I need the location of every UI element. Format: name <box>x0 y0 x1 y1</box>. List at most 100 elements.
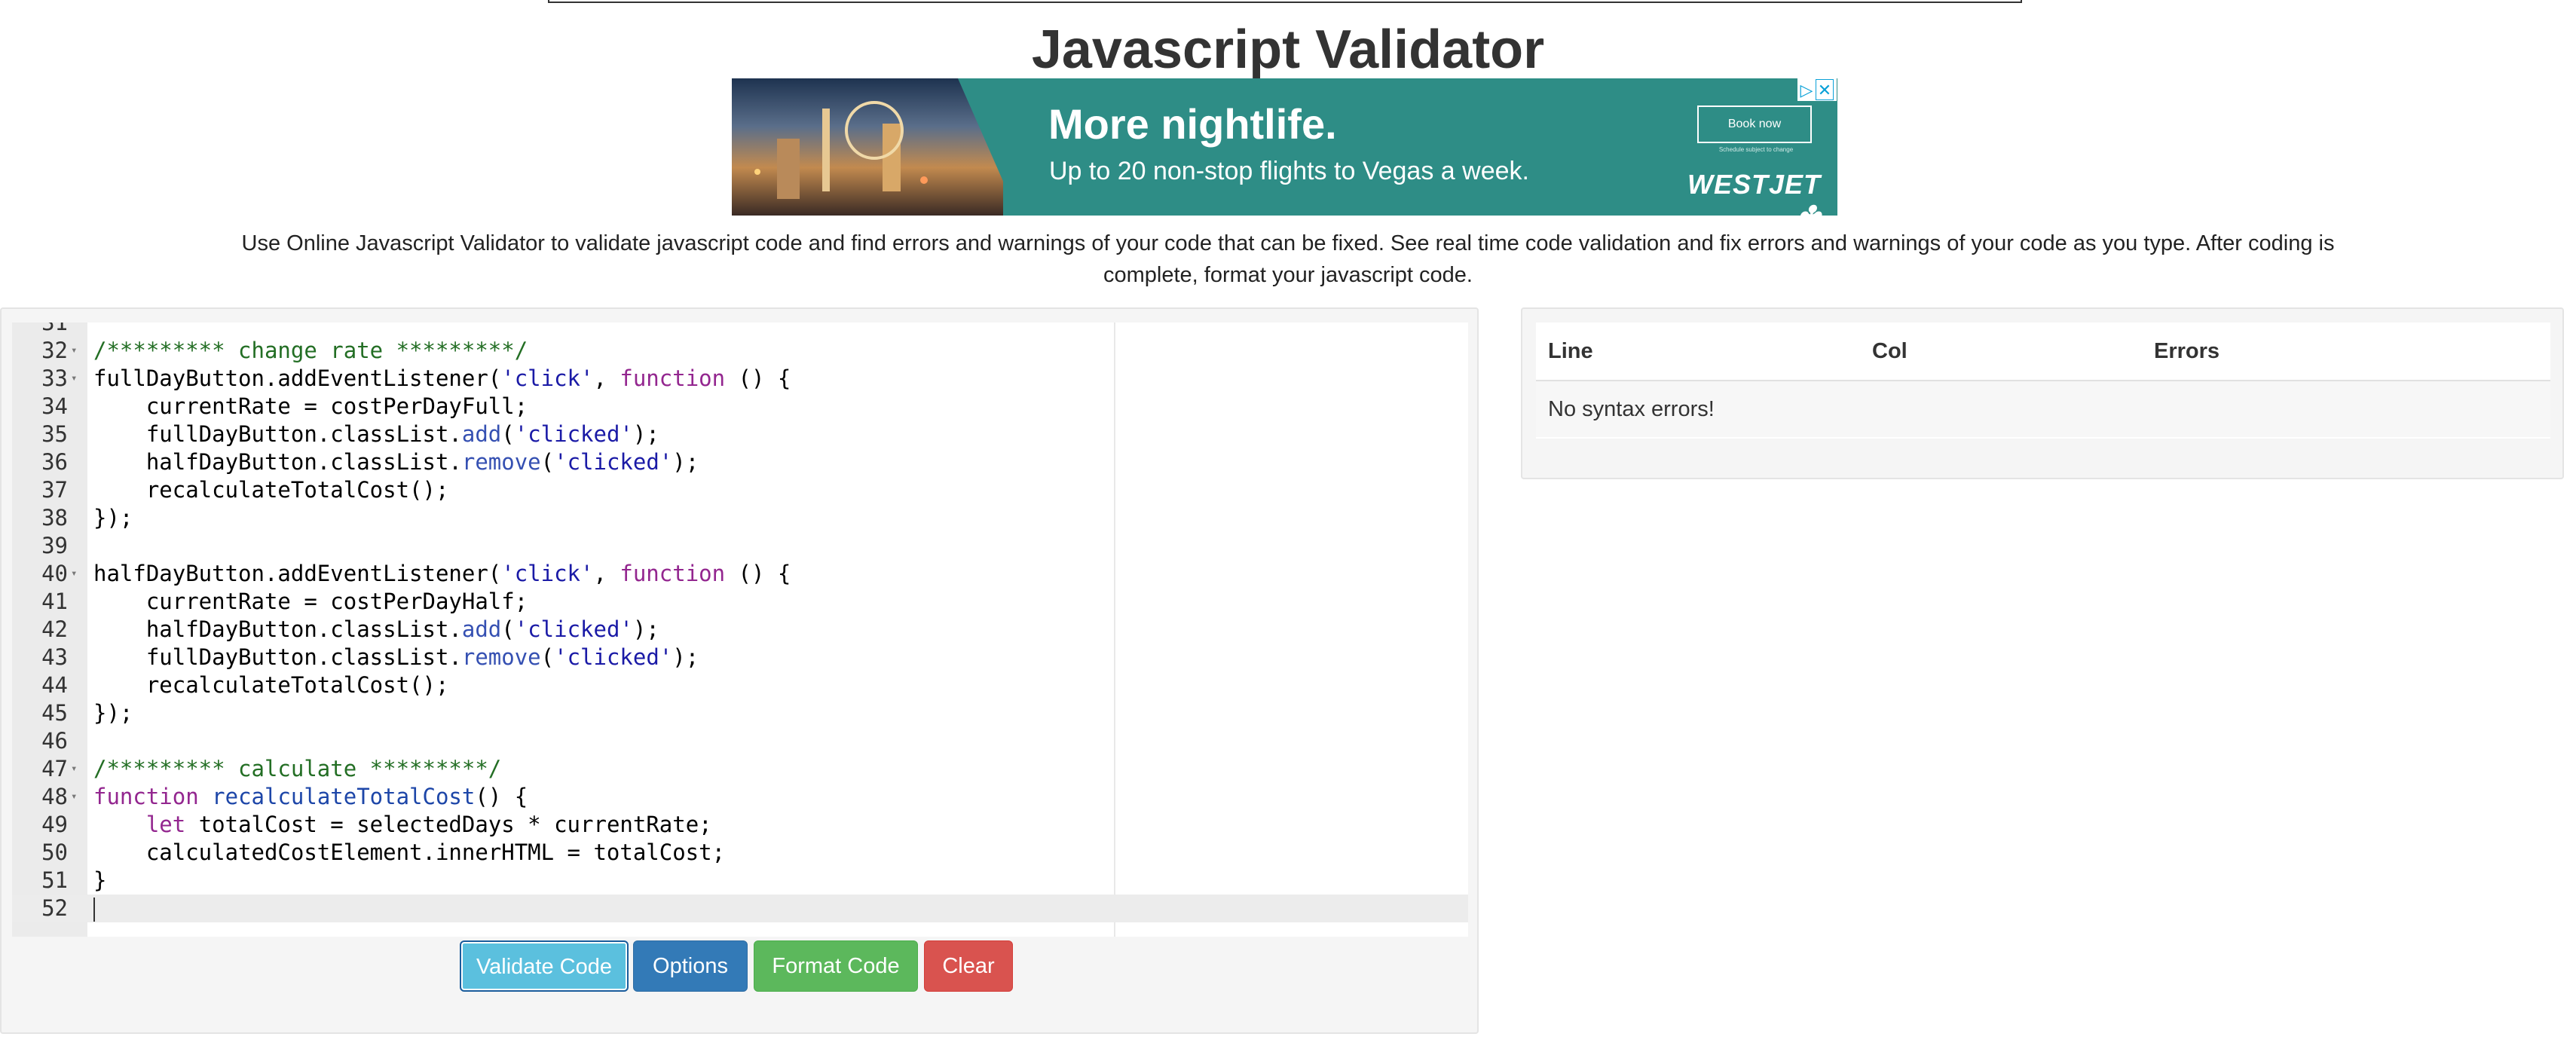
line-number: 35 <box>41 421 68 447</box>
code-line[interactable]: 38}); <box>12 504 1468 532</box>
column-header-col: Col <box>1872 339 1908 363</box>
code-token: recalculateTotalCost(); <box>93 672 449 698</box>
top-frame-border <box>548 0 2022 3</box>
close-icon[interactable]: ✕ <box>1816 79 1834 100</box>
ad-banner[interactable]: More nightlife. Up to 20 non-stop flight… <box>732 78 1837 216</box>
ad-choices[interactable]: ▷ ✕ <box>1797 78 1837 101</box>
line-number: 40 <box>41 561 68 586</box>
code-line[interactable]: 39 <box>12 532 1468 560</box>
fold-toggle-icon[interactable]: ▾ <box>71 755 83 783</box>
code-line[interactable]: 37 recalculateTotalCost(); <box>12 476 1468 504</box>
code-line[interactable]: 48 ▾ function recalculateTotalCost() { <box>12 783 1468 811</box>
code-text: halfDayButton.classList.remove('clicked'… <box>93 448 699 476</box>
code-text: }); <box>93 504 133 532</box>
code-line[interactable]: 40 ▾ halfDayButton.addEventListener('click… <box>12 560 1468 588</box>
code-line[interactable]: 51} <box>12 867 1468 895</box>
code-token: ( <box>501 616 515 642</box>
line-number: 41 <box>41 589 68 614</box>
code-line[interactable]: 33 ▾ fullDayButton.addEventListener('click… <box>12 365 1468 393</box>
code-text: let totalCost = selectedDays * currentRa… <box>93 811 712 839</box>
line-number: 37 <box>41 477 68 503</box>
code-token: let <box>145 812 186 837</box>
code-line[interactable]: 43 fullDayButton.classList.remove('click… <box>12 644 1468 671</box>
line-number: 38 <box>41 505 68 531</box>
code-token: ( <box>501 421 515 447</box>
code-token: ); <box>672 644 699 670</box>
page-title: Javascript Validator <box>1031 20 1545 80</box>
code-line[interactable]: 34 currentRate = costPerDayFull; <box>12 393 1468 420</box>
line-number: 34 <box>41 393 68 419</box>
fold-toggle-icon[interactable]: ▾ <box>71 365 83 393</box>
code-token: 'click' <box>501 561 594 586</box>
validate-code-button[interactable]: Validate Code <box>460 940 629 992</box>
code-token: /********* change rate *********/ <box>93 338 528 363</box>
code-token: currentRate = costPerDayHalf; <box>93 589 528 614</box>
code-line[interactable]: 42 halfDayButton.classList.add('clicked'… <box>12 616 1468 644</box>
code-token: 'click' <box>501 365 594 391</box>
code-text: } <box>93 867 106 895</box>
code-line[interactable]: 52 <box>12 895 1468 922</box>
code-line[interactable]: 49 let totalCost = selectedDays * curren… <box>12 811 1468 839</box>
code-line[interactable]: 47 ▾ /********* calculate *********/ <box>12 755 1468 783</box>
code-token: /********* calculate *********/ <box>93 756 502 781</box>
code-text: fullDayButton.classList.remove('clicked'… <box>93 644 699 671</box>
ad-book-now-button[interactable]: Book now <box>1697 106 1812 143</box>
results-panel: Line Col Errors No syntax errors! <box>1521 307 2564 479</box>
line-number: 52 <box>41 895 68 921</box>
fold-toggle-icon[interactable]: ▾ <box>71 337 83 365</box>
code-text: recalculateTotalCost(); <box>93 476 449 504</box>
clear-button[interactable]: Clear <box>924 940 1013 992</box>
code-editor[interactable]: 31 32 ▾/********* change rate *********/33… <box>12 323 1468 937</box>
line-number: 43 <box>41 644 68 670</box>
code-text: fullDayButton.addEventListener('click', … <box>93 365 791 393</box>
line-number: 42 <box>41 616 68 642</box>
code-line[interactable]: 44 recalculateTotalCost(); <box>12 671 1468 699</box>
code-token: add <box>461 616 502 642</box>
code-text: currentRate = costPerDayHalf; <box>93 588 528 616</box>
line-number: 50 <box>41 839 68 865</box>
code-token: () { <box>725 561 791 586</box>
fold-toggle-icon[interactable]: ▾ <box>71 560 83 588</box>
options-button[interactable]: Options <box>633 940 748 992</box>
column-header-errors: Errors <box>2154 339 2220 363</box>
code-token: 'clicked' <box>554 449 673 475</box>
code-token: calculatedCostElement.innerHTML = totalC… <box>93 839 726 865</box>
line-number: 47 <box>41 756 68 781</box>
code-line[interactable]: 35 fullDayButton.classList.add('clicked'… <box>12 420 1468 448</box>
code-token: } <box>93 867 107 893</box>
code-token: fullDayButton.addEventListener( <box>93 365 502 391</box>
code-line[interactable]: 41 currentRate = costPerDayHalf; <box>12 588 1468 616</box>
code-line[interactable]: 32 ▾ /********* change rate *********/ <box>12 337 1468 365</box>
code-line[interactable]: 31 <box>12 323 1468 337</box>
code-text: /********* calculate *********/ <box>93 755 501 783</box>
line-number: 51 <box>41 867 68 893</box>
code-token: function <box>620 365 726 391</box>
editor-panel: 31 32 ▾/********* change rate *********/33… <box>0 307 1479 1034</box>
fold-toggle-icon[interactable]: ▾ <box>71 783 83 811</box>
code-token: currentRate = costPerDayFull; <box>93 393 528 419</box>
ad-subline: Up to 20 non-stop flights to Vegas a wee… <box>1049 157 1529 185</box>
line-number: 36 <box>41 449 68 475</box>
code-line[interactable]: 46 <box>12 727 1468 755</box>
code-token: fullDayButton.classList. <box>93 644 462 670</box>
code-line[interactable]: 50 calculatedCostElement.innerHTML = tot… <box>12 839 1468 867</box>
text-cursor <box>93 898 95 922</box>
ad-info-icon[interactable]: ▷ <box>1797 80 1816 101</box>
format-code-button[interactable]: Format Code <box>754 940 918 992</box>
code-text: currentRate = costPerDayFull; <box>93 393 528 420</box>
line-number: 31 <box>41 323 68 335</box>
results-table: Line Col Errors No syntax errors! <box>1536 323 2550 439</box>
ad-fine-print: Schedule subject to change <box>1718 146 1794 153</box>
code-token: () { <box>475 784 528 809</box>
code-line[interactable]: 36 halfDayButton.classList.remove('click… <box>12 448 1468 476</box>
code-token: ); <box>632 616 659 642</box>
code-token: }); <box>93 700 133 726</box>
code-token: , <box>593 561 620 586</box>
code-token: halfDayButton.classList. <box>93 616 462 642</box>
code-token: remove <box>461 644 541 670</box>
code-line[interactable]: 45}); <box>12 699 1468 727</box>
code-token: 'clicked' <box>514 421 633 447</box>
line-number: 44 <box>41 672 68 698</box>
